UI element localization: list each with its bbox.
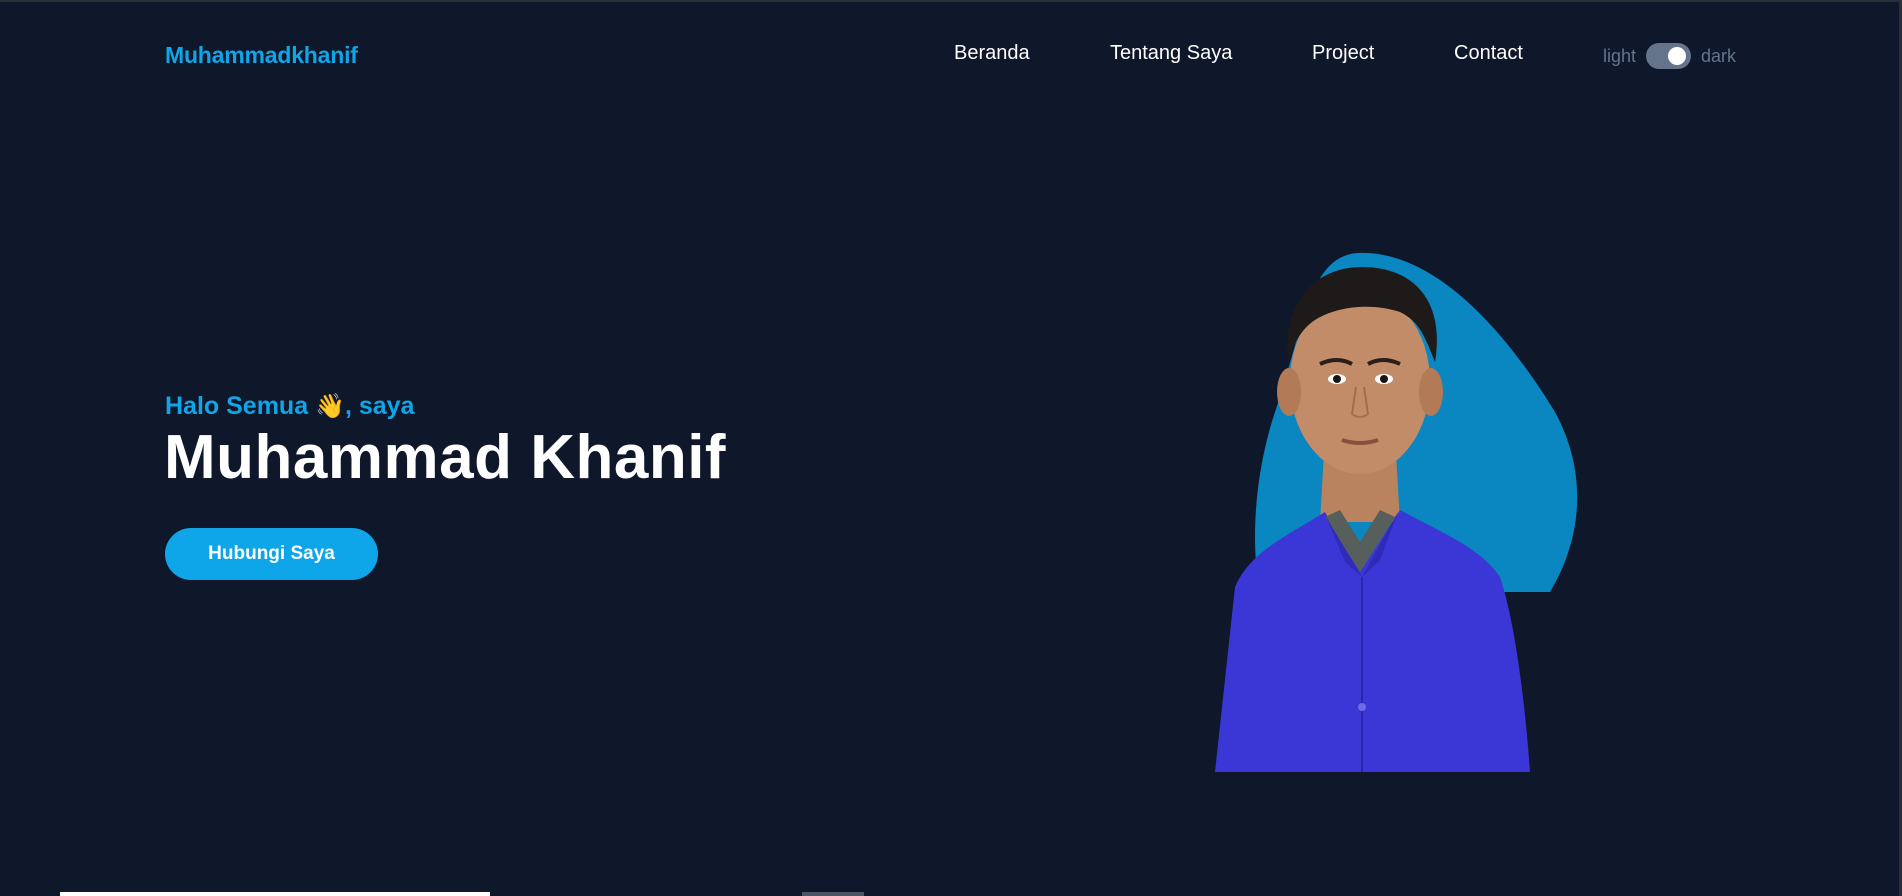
profile-photo — [1100, 242, 1600, 772]
theme-label-dark: dark — [1701, 45, 1737, 66]
nav-link-project[interactable]: Project — [1312, 42, 1374, 65]
page: Muhammadkhanif Beranda Tentang Saya Proj… — [0, 0, 1902, 896]
hero-name: Muhammad Khanif — [164, 423, 727, 492]
profile-photo-graphic — [1215, 252, 1578, 772]
theme-switch: light dark — [1603, 43, 1736, 69]
nav-link-tentang-saya[interactable]: Tentang Saya — [1110, 42, 1232, 65]
toggle-knob — [1668, 47, 1687, 65]
bottom-indicator-bar — [60, 892, 490, 896]
nav-link-beranda[interactable]: Beranda — [954, 42, 1030, 65]
theme-label-light: light — [1603, 45, 1637, 66]
dark-mode-toggle[interactable] — [1646, 43, 1692, 69]
bottom-scroll-indicator — [802, 892, 864, 896]
contact-me-button[interactable]: Hubungi Saya — [165, 528, 378, 580]
nav-link-contact[interactable]: Contact — [1454, 42, 1523, 65]
greeting-suffix: , saya — [344, 392, 415, 420]
greeting-prefix: Halo Semua — [165, 392, 316, 420]
hero-greeting: Halo Semua 👋, saya — [165, 392, 414, 421]
navbar: Muhammadkhanif Beranda Tentang Saya Proj… — [0, 2, 1899, 107]
waving-hand-icon: 👋 — [315, 393, 345, 420]
